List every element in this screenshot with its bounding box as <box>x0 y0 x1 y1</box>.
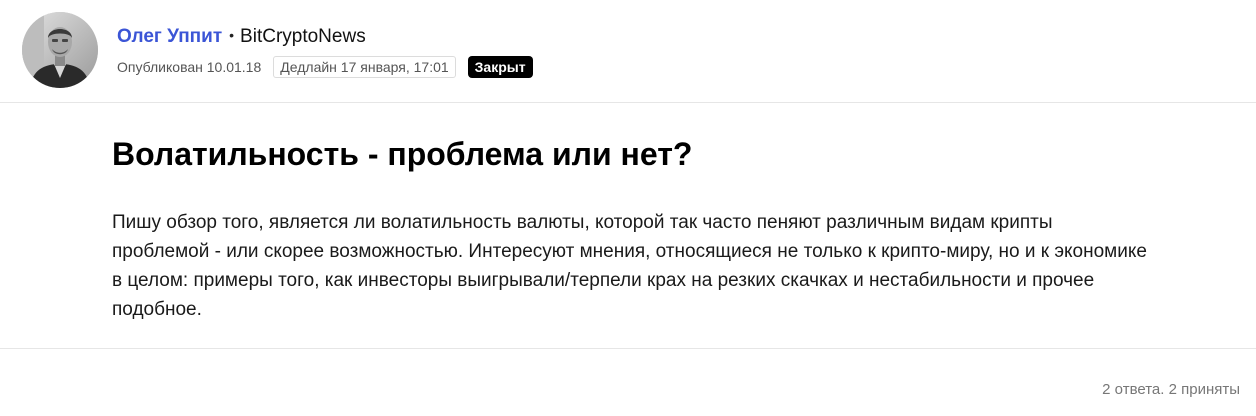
answers-count-link[interactable]: 2 ответа. 2 приняты <box>1102 381 1240 398</box>
question-header: Олег Уппит • BitCryptoNews Опубликован 10.… <box>0 0 1256 103</box>
author-name-link[interactable]: Олег Уппит <box>117 26 222 47</box>
question-meta: Опубликован 10.01.18 Дедлайн 17 января, … <box>117 55 533 79</box>
question-title: Волатильность - проблема или нет? <box>112 136 693 172</box>
question-body: Пишу обзор того, является ли волатильнос… <box>112 212 1147 320</box>
person-photo-avatar-icon <box>22 12 98 88</box>
source-link[interactable]: BitCryptoNews <box>240 26 366 47</box>
status-badge: Закрыт <box>467 56 533 78</box>
divider <box>0 348 1256 349</box>
deadline-badge: Дедлайн 17 января, 17:01 <box>273 56 456 78</box>
separator-dot: • <box>229 27 235 43</box>
author-avatar[interactable] <box>22 12 98 88</box>
question-card: Олег Уппит • BitCryptoNews Опубликован 10.… <box>0 0 1256 416</box>
published-date: Опубликован 10.01.18 <box>117 59 262 75</box>
author-line: Олег Уппит • BitCryptoNews <box>117 25 366 49</box>
